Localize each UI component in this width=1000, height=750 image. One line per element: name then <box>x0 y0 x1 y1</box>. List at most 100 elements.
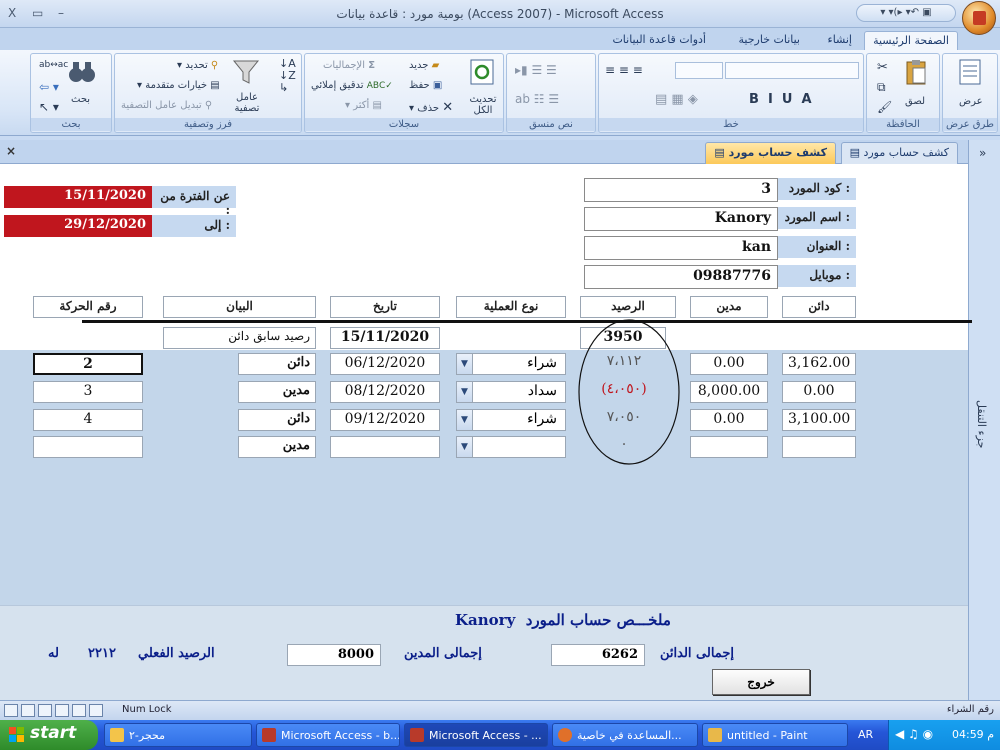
font-style-icons[interactable]: B I U A <box>749 92 812 107</box>
save-record-button[interactable]: حفظ ▣ <box>409 80 442 91</box>
row3-op-type[interactable]: ▼ شراء <box>456 409 566 431</box>
totals-button[interactable]: الإجماليات Σ <box>323 60 375 71</box>
refresh-icon[interactable] <box>467 58 497 86</box>
new-record-button[interactable]: جديد ▰ <box>409 60 439 71</box>
col-description: البيان <box>163 296 316 318</box>
total-debit-field[interactable]: 8000 <box>287 644 381 666</box>
filter-button[interactable]: عامل تصفية <box>227 92 267 114</box>
row4-credit[interactable] <box>782 436 856 458</box>
row1-op-type[interactable]: ▼ شراء <box>456 353 566 375</box>
select-icon[interactable]: ↖ ▾ <box>39 100 59 114</box>
tab-create[interactable]: إنشاء <box>820 31 860 50</box>
close-document-icon[interactable]: × <box>6 144 16 158</box>
goto-icon[interactable]: ⇦ ▾ <box>39 80 59 94</box>
doc-tab-supplier-statement[interactable]: ▤ كشف حساب مورد <box>705 142 836 164</box>
row3-credit[interactable]: 3,100.00 <box>782 409 856 431</box>
font-name-box[interactable] <box>725 62 859 79</box>
pivotchart-view-icon[interactable] <box>55 704 69 717</box>
row2-debit[interactable]: 8,000.00 <box>690 381 768 403</box>
format-painter-icon[interactable]: 🖌 <box>877 100 892 114</box>
indent-icons[interactable]: ab ☷ ☰ <box>515 92 559 106</box>
row4-op-type[interactable]: ▼ <box>456 436 566 458</box>
tab-database-tools[interactable]: أدوات قاعدة البيانات <box>604 31 714 50</box>
row1-credit[interactable]: 3,162.00 <box>782 353 856 375</box>
row4-debit[interactable] <box>690 436 768 458</box>
sort-icons[interactable]: ↓A ↓Z ↳ <box>279 58 296 94</box>
paste-icon[interactable] <box>901 58 931 86</box>
more-button[interactable]: ▾ أكثر ▤ <box>345 100 382 111</box>
opening-date-field[interactable]: 15/11/2020 <box>330 327 440 349</box>
period-to-field[interactable]: 29/12/2020 <box>4 215 152 237</box>
supplier-name-field[interactable]: Kanory <box>584 207 778 231</box>
row2-description[interactable]: مدين <box>238 381 316 403</box>
datasheet-view-icon[interactable] <box>21 704 35 717</box>
doc-tab-report[interactable]: ▤ كشف حساب مورد <box>840 142 958 164</box>
tray-icons[interactable]: ◀ ♫ ◉ <box>895 727 933 741</box>
refresh-all-button[interactable]: تحديث الكل <box>465 94 501 116</box>
binoculars-icon[interactable] <box>67 58 97 86</box>
title-bar: X ▭ – بومية مورد : قاعدة بيانات (Access … <box>0 0 1000 35</box>
taskbar-item-paint[interactable]: untitled - Paint <box>702 723 848 747</box>
taskbar-item-folder[interactable]: محجر-٢ <box>104 723 252 747</box>
row3-txn-no[interactable]: 4 <box>33 409 143 431</box>
exit-button[interactable]: خروج <box>712 669 810 695</box>
copy-icon[interactable]: ⧉ <box>877 80 886 95</box>
row2-txn-no[interactable]: 3 <box>33 381 143 403</box>
find-button[interactable]: بحث <box>71 94 90 105</box>
font-size-box[interactable] <box>675 62 723 79</box>
cut-icon[interactable]: ✂ <box>877 60 888 75</box>
filter-icon[interactable] <box>231 58 261 86</box>
replace-icon[interactable]: ab↔ac <box>39 60 68 70</box>
pivottable-view-icon[interactable] <box>38 704 52 717</box>
chevron-down-icon[interactable]: ▼ <box>457 437 473 457</box>
opening-description-field[interactable]: رصيد سابق دائن <box>163 327 316 349</box>
navigation-pane[interactable]: » جزء التنقل <box>968 140 1000 700</box>
row1-description[interactable]: دائن <box>238 353 316 375</box>
start-button[interactable]: start <box>0 720 98 750</box>
row3-debit[interactable]: 0.00 <box>690 409 768 431</box>
chevron-down-icon[interactable]: ▼ <box>457 382 473 402</box>
period-from-field[interactable]: 15/11/2020 <box>4 186 152 208</box>
view-icon[interactable] <box>955 58 985 86</box>
row3-description[interactable]: دائن <box>238 409 316 431</box>
row2-credit[interactable]: 0.00 <box>782 381 856 403</box>
quick-access-toolbar[interactable]: ▾ ▾(▸ ▾↶ ▣ <box>856 4 956 22</box>
spelling-button[interactable]: تدقيق إملائي ABC✓ <box>311 80 393 91</box>
fill-grid-icons[interactable]: ▤ ▦ ◈ <box>655 92 698 107</box>
total-credit-field[interactable]: 6262 <box>551 644 645 666</box>
list-icons[interactable]: ▸▮ ☰ ☰ <box>515 63 557 77</box>
row4-txn-no[interactable] <box>33 436 143 458</box>
row1-txn-no[interactable]: 2 <box>33 353 143 375</box>
delete-record-button[interactable]: ▾ حذف ✕ <box>409 100 453 115</box>
office-button-icon[interactable] <box>962 1 996 35</box>
row4-date[interactable] <box>330 436 440 458</box>
row2-date[interactable]: 08/12/2020 <box>330 381 440 403</box>
row3-date[interactable]: 09/12/2020 <box>330 409 440 431</box>
form-view-icon[interactable] <box>4 704 18 717</box>
align-icons[interactable]: ≡ ≡ ≡ <box>605 63 643 77</box>
tab-external-data[interactable]: بيانات خارجية <box>731 31 808 50</box>
row1-debit[interactable]: 0.00 <box>690 353 768 375</box>
language-indicator[interactable]: AR <box>858 728 873 741</box>
row2-op-type[interactable]: ▼ سداد <box>456 381 566 403</box>
row1-date[interactable]: 06/12/2020 <box>330 353 440 375</box>
chevron-down-icon[interactable]: ▼ <box>457 410 473 430</box>
expand-nav-icon[interactable]: » <box>979 146 986 160</box>
layout-view-icon[interactable] <box>72 704 86 717</box>
supplier-code-field[interactable]: 3 <box>584 178 778 202</box>
taskbar-item-access-2[interactable]: Microsoft Access - ... <box>404 723 548 747</box>
group-richtext-label: نص منسق <box>507 118 595 131</box>
chevron-down-icon[interactable]: ▼ <box>457 354 473 374</box>
selection-button[interactable]: ▾ تحديد ⚲ <box>177 60 218 71</box>
design-view-icon[interactable] <box>89 704 103 717</box>
taskbar-item-access-1[interactable]: Microsoft Access - b... <box>256 723 400 747</box>
taskbar-item-help[interactable]: المساعدة في خاصية... <box>552 723 698 747</box>
paste-button[interactable]: لصق <box>905 96 925 107</box>
view-button[interactable]: عرض <box>959 96 983 107</box>
toggle-filter-button[interactable]: تبديل عامل التصفية ⚲ <box>121 100 212 111</box>
advanced-button[interactable]: ▾ خيارات متقدمة ▤ <box>137 80 220 91</box>
tab-home[interactable]: الصفحة الرئيسية <box>864 31 958 50</box>
row4-description[interactable]: مدين <box>238 436 316 458</box>
address-field[interactable]: kan <box>584 236 778 260</box>
mobile-field[interactable]: 09887776 <box>584 265 778 289</box>
